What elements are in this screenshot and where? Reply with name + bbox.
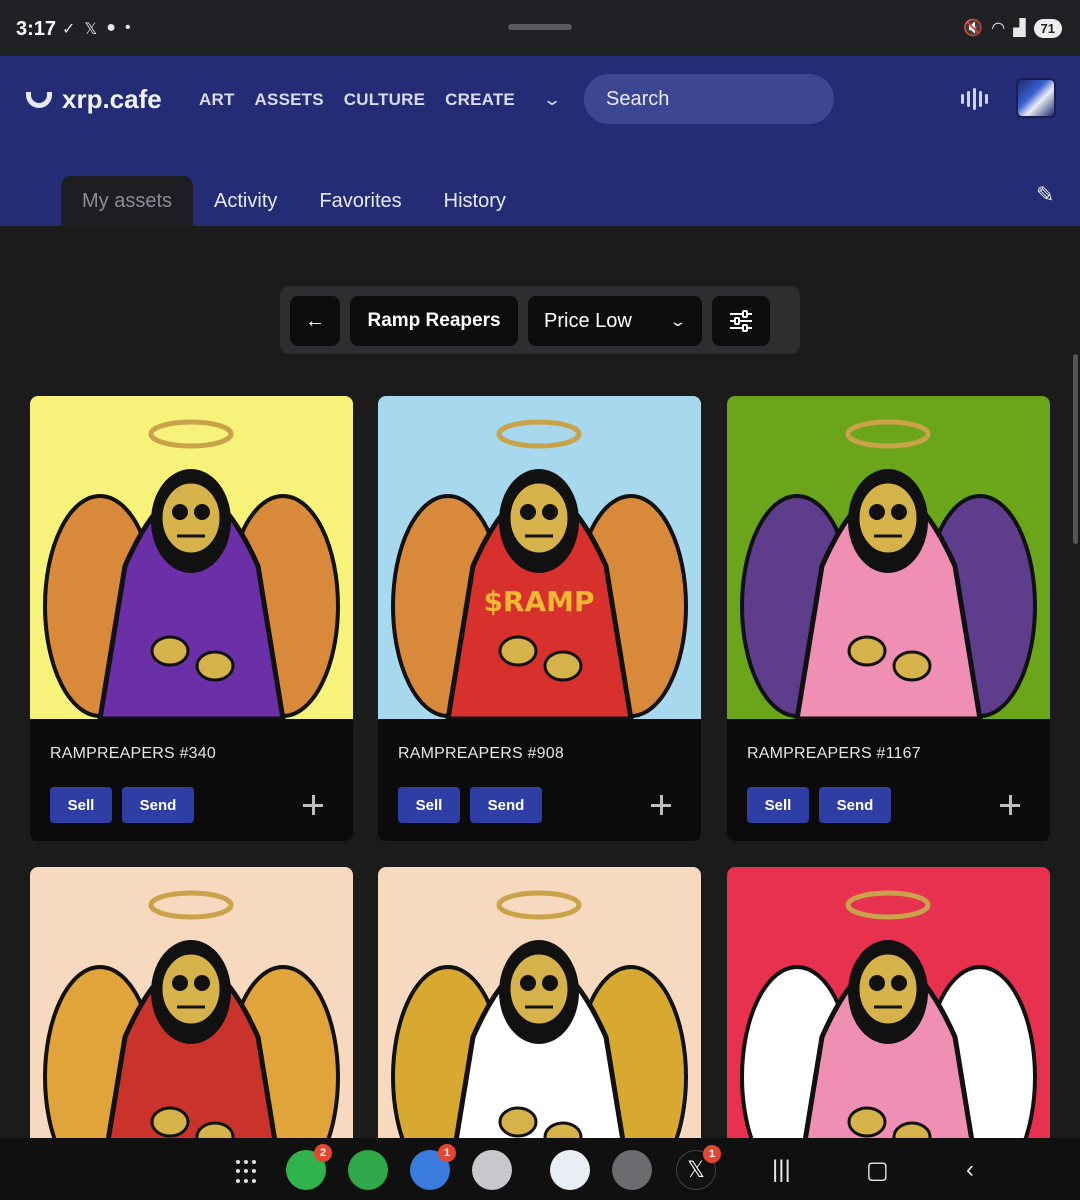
nft-image[interactable] xyxy=(30,396,353,719)
send-button[interactable]: Send xyxy=(470,787,542,823)
robe-text: $RAMP xyxy=(483,585,594,618)
x-badge: 1 xyxy=(703,1145,721,1163)
notification-icons: ✓ 𝕏 ● • xyxy=(62,19,131,39)
nft-image[interactable]: $RAMP xyxy=(378,396,701,719)
tab-my-assets[interactable]: My assets xyxy=(61,176,194,226)
wifi-icon: ◠ xyxy=(991,20,1006,37)
sell-button[interactable]: Sell xyxy=(747,787,809,823)
search-input[interactable] xyxy=(584,74,834,124)
x-notification-icon: 𝕏 xyxy=(84,21,98,38)
nft-card[interactable]: RAMPREAPERS #340 Sell Send xyxy=(30,396,353,841)
sort-select[interactable]: Price Low ⌄ xyxy=(528,296,702,346)
search-box xyxy=(584,74,834,124)
mute-icon: 🔇 xyxy=(963,20,984,37)
battery-icon: 71 xyxy=(1033,18,1062,38)
nft-title: RAMPREAPERS #340 xyxy=(50,745,216,762)
page-scrollbar[interactable] xyxy=(1073,354,1078,544)
app-drawer-icon[interactable] xyxy=(236,1160,260,1184)
tab-activity[interactable]: Activity xyxy=(193,176,298,226)
phone-app-icon[interactable]: 2 xyxy=(286,1144,332,1190)
system-status-icons: 🔇 ◠ ▟ 71 xyxy=(963,18,1062,38)
nft-info: RAMPREAPERS #1167 Sell Send xyxy=(727,719,1050,841)
asset-tabs: My assets Activity Favorites History xyxy=(61,176,527,226)
audio-wave-icon[interactable] xyxy=(961,88,988,110)
recent-apps-icon[interactable]: ||| xyxy=(772,1156,791,1184)
settings-gear-icon[interactable] xyxy=(612,1150,652,1190)
sort-label: Price Low xyxy=(544,309,632,332)
status-time: 3:17 xyxy=(16,18,57,40)
nft-card[interactable]: $RAMP RAMPREAPERS #908 Sell Send xyxy=(378,396,701,841)
nft-info: RAMPREAPERS #908 Sell Send xyxy=(378,719,701,841)
nav-create[interactable]: CREATE xyxy=(445,90,515,110)
send-button[interactable]: Send xyxy=(819,787,891,823)
download-done-icon: ✓ xyxy=(62,21,76,38)
system-nav-bar: 2 1 𝕏 1 ||| ▢ ‹ xyxy=(0,1138,1080,1200)
back-nav-icon[interactable]: ‹ xyxy=(966,1156,974,1184)
coffee-app-icon[interactable] xyxy=(550,1150,590,1190)
nft-info: RAMPREAPERS #340 Sell Send xyxy=(30,719,353,841)
send-button[interactable]: Send xyxy=(122,787,194,823)
chat-notification-icon: ● xyxy=(106,19,116,36)
edit-pencil-icon[interactable]: ✎ xyxy=(1036,182,1054,208)
nav-culture[interactable]: CULTURE xyxy=(344,90,425,110)
nft-title: RAMPREAPERS #908 xyxy=(398,745,564,762)
back-arrow-icon: ← xyxy=(305,309,325,332)
nft-card[interactable]: RAMPREAPERS #1167 Sell Send xyxy=(727,396,1050,841)
drag-handle[interactable] xyxy=(508,24,572,30)
x-app-icon[interactable]: 𝕏 1 xyxy=(676,1145,721,1190)
voicemail-app-icon[interactable] xyxy=(348,1150,388,1190)
signal-icon: ▟ xyxy=(1013,20,1026,37)
sell-button[interactable]: Sell xyxy=(50,787,112,823)
back-button[interactable]: ← xyxy=(290,296,340,346)
site-logo[interactable]: xrp.cafe xyxy=(26,84,162,115)
collection-button[interactable]: Ramp Reapers xyxy=(350,296,518,346)
tab-history[interactable]: History xyxy=(423,176,527,226)
home-button-icon[interactable]: ▢ xyxy=(866,1156,889,1185)
messages-badge: 1 xyxy=(438,1144,456,1162)
chevron-down-icon[interactable]: ⌄ xyxy=(542,90,562,110)
sell-button[interactable]: Sell xyxy=(398,787,460,823)
phone-badge: 2 xyxy=(314,1144,332,1162)
collection-toolbar: ← Ramp Reapers Price Low ⌄ xyxy=(280,286,800,354)
plus-icon[interactable] xyxy=(651,795,671,815)
main-nav: ART ASSETS CULTURE CREATE ⌄ xyxy=(199,90,562,110)
nav-art[interactable]: ART xyxy=(199,90,235,110)
avatar[interactable] xyxy=(1016,78,1056,118)
tab-favorites[interactable]: Favorites xyxy=(298,176,422,226)
chevron-down-icon: ⌄ xyxy=(669,312,687,329)
reaper-artwork: $RAMP xyxy=(378,396,701,719)
filter-sliders-icon xyxy=(730,310,752,318)
logo-text: xrp.cafe xyxy=(62,84,162,114)
nft-title: RAMPREAPERS #1167 xyxy=(747,745,921,762)
camera-app-icon[interactable] xyxy=(472,1150,512,1190)
nav-assets[interactable]: ASSETS xyxy=(255,90,324,110)
reaper-artwork xyxy=(727,396,1050,719)
plus-icon[interactable] xyxy=(303,795,323,815)
messages-app-icon[interactable]: 1 xyxy=(410,1144,456,1190)
logo-mark-icon xyxy=(26,91,52,108)
status-bar: 3:17 ✓ 𝕏 ● • 🔇 ◠ ▟ 71 xyxy=(0,0,1080,56)
filter-button[interactable] xyxy=(712,296,770,346)
reaper-artwork xyxy=(30,396,353,719)
nft-image[interactable] xyxy=(727,396,1050,719)
more-notifications-icon: • xyxy=(124,19,131,36)
plus-icon[interactable] xyxy=(1000,795,1020,815)
